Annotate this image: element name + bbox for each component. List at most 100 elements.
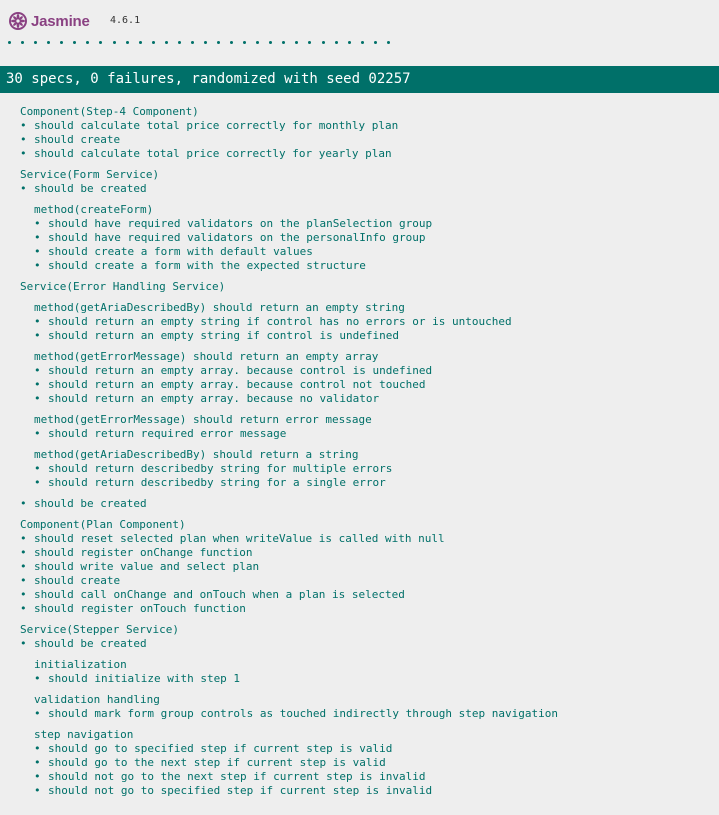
- passed-spec-dot[interactable]: [321, 40, 325, 44]
- spec-link[interactable]: should return an empty array. because co…: [48, 364, 432, 377]
- spec-link[interactable]: should have required validators on the p…: [48, 217, 432, 230]
- suite-link[interactable]: method(getAriaDescribedBy) should return…: [34, 448, 359, 461]
- spec-bullet-icon: •: [20, 497, 27, 510]
- spec-link[interactable]: should not go to the next step if curren…: [48, 770, 426, 783]
- suite-title: Component(Plan Component): [20, 518, 186, 532]
- spec-item: • should create: [20, 133, 120, 147]
- spec-link[interactable]: should not go to specified step if curre…: [48, 784, 432, 797]
- passed-spec-dot[interactable]: [47, 40, 51, 44]
- spec-link[interactable]: should call onChange and onTouch when a …: [34, 588, 405, 601]
- passed-spec-dot[interactable]: [230, 40, 234, 44]
- spec-item: • should have required validators on the …: [34, 217, 432, 231]
- suite-link[interactable]: Service(Form Service): [20, 168, 159, 181]
- spec-bullet-icon: •: [20, 574, 27, 587]
- spec-link[interactable]: should mark form group controls as touch…: [48, 707, 558, 720]
- spec-link[interactable]: should return an empty string if control…: [48, 329, 399, 342]
- spec-bullet-icon: •: [34, 364, 41, 377]
- passed-spec-dot[interactable]: [190, 40, 194, 44]
- spec-link[interactable]: should reset selected plan when writeVal…: [34, 532, 445, 545]
- spec-item: • should return required error message: [34, 427, 286, 441]
- passed-spec-dot[interactable]: [269, 40, 273, 44]
- passed-spec-dot[interactable]: [60, 40, 64, 44]
- passed-spec-dot[interactable]: [256, 40, 260, 44]
- passed-spec-dot[interactable]: [334, 40, 338, 44]
- spec-link[interactable]: should return describedby string for mul…: [48, 462, 392, 475]
- spec-bullet-icon: •: [34, 378, 41, 391]
- passed-spec-dot[interactable]: [243, 40, 247, 44]
- suite-link[interactable]: Component(Plan Component): [20, 518, 186, 531]
- jasmine-logo[interactable]: Jasmine: [8, 11, 90, 31]
- spec-bullet-icon: •: [34, 245, 41, 258]
- results-summary-bar[interactable]: 30 specs, 0 failures, randomized with se…: [0, 66, 719, 93]
- spec-link[interactable]: should be created: [34, 497, 147, 510]
- spec-item: • should create a form with default value…: [34, 245, 313, 259]
- passed-spec-dot[interactable]: [99, 40, 103, 44]
- passed-spec-dot[interactable]: [295, 40, 299, 44]
- suite-title: validation handling: [34, 693, 160, 707]
- passed-spec-dot[interactable]: [138, 40, 142, 44]
- suite-link[interactable]: step navigation: [34, 728, 133, 741]
- suite-link[interactable]: Component(Step-4 Component): [20, 105, 199, 118]
- passed-spec-dot[interactable]: [125, 40, 129, 44]
- jasmine-title: Jasmine: [31, 12, 90, 30]
- passed-spec-dot[interactable]: [177, 40, 181, 44]
- spec-link[interactable]: should return an empty array. because no…: [48, 392, 379, 405]
- passed-spec-dot[interactable]: [360, 40, 364, 44]
- passed-spec-dot[interactable]: [308, 40, 312, 44]
- passed-spec-dot[interactable]: [112, 40, 116, 44]
- suite-title: method(getErrorMessage) should return an…: [34, 350, 378, 364]
- spec-item: • should return describedby string for mu…: [34, 462, 392, 476]
- spec-link[interactable]: should be created: [34, 182, 147, 195]
- suite-link[interactable]: method(getErrorMessage) should return an…: [34, 350, 378, 363]
- passed-spec-dot[interactable]: [34, 40, 38, 44]
- passed-spec-dot[interactable]: [347, 40, 351, 44]
- suite-link[interactable]: validation handling: [34, 693, 160, 706]
- suite-link[interactable]: method(createForm): [34, 203, 153, 216]
- spec-link[interactable]: should create a form with default values: [48, 245, 313, 258]
- spec-link[interactable]: should create a form with the expected s…: [48, 259, 366, 272]
- spec-link[interactable]: should write value and select plan: [34, 560, 259, 573]
- spec-link[interactable]: should register onChange function: [34, 546, 253, 559]
- spec-link[interactable]: should go to specified step if current s…: [48, 742, 392, 755]
- spec-bullet-icon: •: [34, 217, 41, 230]
- passed-spec-dot[interactable]: [217, 40, 220, 44]
- spec-bullet-icon: •: [34, 756, 41, 769]
- passed-spec-dot[interactable]: [203, 40, 207, 44]
- spec-bullet-icon: •: [34, 784, 41, 797]
- passed-spec-dot[interactable]: [282, 40, 286, 44]
- suite-link[interactable]: Service(Stepper Service): [20, 623, 179, 636]
- passed-spec-dot[interactable]: [373, 40, 377, 44]
- passed-spec-dot[interactable]: [386, 40, 390, 44]
- spec-link[interactable]: should initialize with step 1: [48, 672, 240, 685]
- passed-spec-dot[interactable]: [151, 40, 155, 44]
- spec-link[interactable]: should be created: [34, 637, 147, 650]
- suite-link[interactable]: initialization: [34, 658, 127, 671]
- passed-spec-dot[interactable]: [73, 40, 77, 44]
- passed-spec-dot[interactable]: [86, 40, 90, 44]
- suite-link[interactable]: method(getAriaDescribedBy) should return…: [34, 301, 405, 314]
- passed-spec-dot[interactable]: [8, 40, 11, 44]
- results-list: Component(Step-4 Component) • should calc…: [0, 97, 719, 815]
- spec-bullet-icon: •: [20, 119, 27, 132]
- spec-link[interactable]: should calculate total price correctly f…: [34, 119, 398, 132]
- spec-link[interactable]: should return an empty string if control…: [48, 315, 512, 328]
- spec-link[interactable]: should return an empty array. because co…: [48, 378, 426, 391]
- spec-link[interactable]: should have required validators on the p…: [48, 231, 426, 244]
- spec-link[interactable]: should go to the next step if current st…: [48, 756, 386, 769]
- spec-item: • should return an empty array. because n…: [34, 392, 379, 406]
- passed-spec-dot[interactable]: [21, 40, 25, 44]
- passed-spec-dot[interactable]: [164, 40, 168, 44]
- spec-bullet-icon: •: [34, 427, 41, 440]
- spec-link[interactable]: should return required error message: [48, 427, 286, 440]
- spec-link[interactable]: should calculate total price correctly f…: [34, 147, 392, 160]
- spec-link[interactable]: should return describedby string for a s…: [48, 476, 386, 489]
- spec-item: • should create a form with the expected …: [34, 259, 366, 273]
- spec-link[interactable]: should create: [34, 574, 120, 587]
- spec-link[interactable]: should create: [34, 133, 120, 146]
- spec-bullet-icon: •: [20, 147, 27, 160]
- suite-link[interactable]: method(getErrorMessage) should return er…: [34, 413, 372, 426]
- suite-link[interactable]: Service(Error Handling Service): [20, 280, 225, 293]
- spec-link[interactable]: should register onTouch function: [34, 602, 246, 615]
- spec-item: • should return describedby string for a …: [34, 476, 386, 490]
- spec-dot-bar: [8, 36, 400, 48]
